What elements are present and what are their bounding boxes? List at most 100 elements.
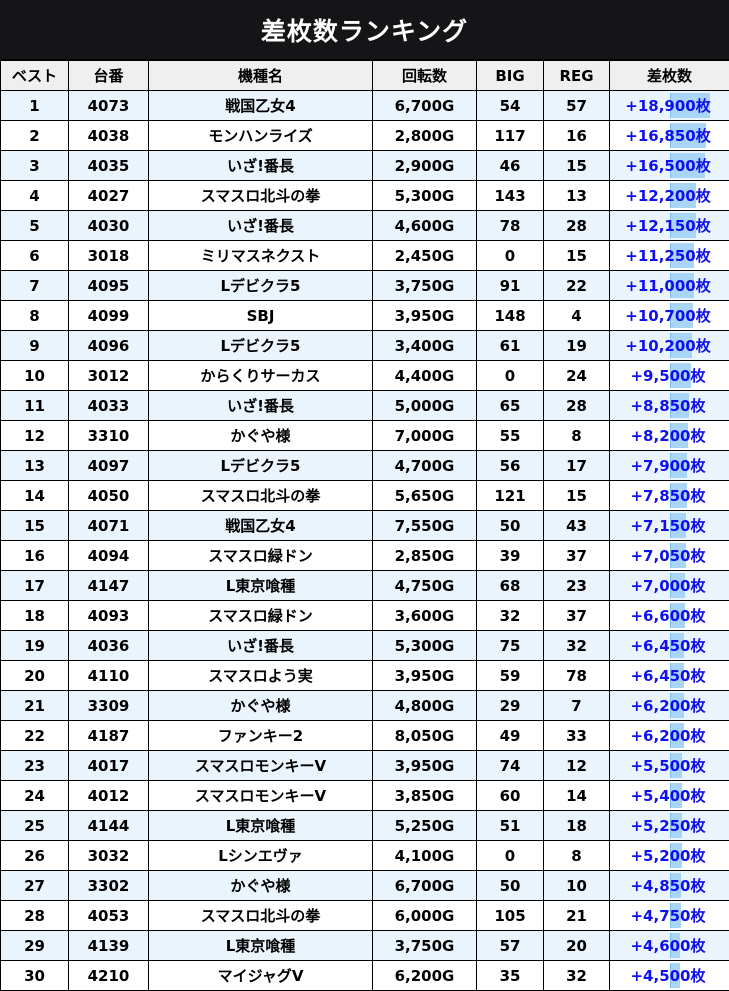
- model-cell: ミリマスネクスト: [148, 240, 373, 271]
- reg-cell: 4: [543, 300, 610, 331]
- machine-no-cell: 4033: [68, 390, 149, 421]
- machine-no-cell: 4144: [68, 810, 149, 841]
- big-cell: 148: [476, 300, 544, 331]
- reg-cell: 43: [543, 510, 610, 541]
- reg-cell: 28: [543, 390, 610, 421]
- reg-cell: 16: [543, 120, 610, 151]
- spins-cell: 8,050G: [372, 720, 477, 751]
- machine-no-cell: 4027: [68, 180, 149, 211]
- rank-cell: 19: [0, 630, 69, 661]
- ranking-table: ベスト 台番 機種名 回転数 BIG REG 差枚数 1 4073 戦国乙女4 6,7…: [0, 60, 729, 991]
- big-cell: 50: [476, 510, 544, 541]
- rank-cell: 9: [0, 330, 69, 361]
- spins-cell: 3,750G: [372, 270, 477, 301]
- big-cell: 78: [476, 210, 544, 241]
- rank-cell: 6: [0, 240, 69, 271]
- spins-cell: 6,200G: [372, 960, 477, 991]
- machine-no-cell: 4147: [68, 570, 149, 601]
- spins-cell: 5,300G: [372, 180, 477, 211]
- big-cell: 60: [476, 780, 544, 811]
- rank-cell: 20: [0, 660, 69, 691]
- diff-value: +10,200枚: [625, 337, 711, 355]
- machine-no-cell: 4036: [68, 630, 149, 661]
- model-cell: マイジャグV: [148, 960, 373, 991]
- header-diff: 差枚数: [609, 60, 729, 91]
- model-cell: スマスロよう実: [148, 660, 373, 691]
- diff-value: +6,450枚: [630, 667, 706, 685]
- big-cell: 75: [476, 630, 544, 661]
- big-cell: 35: [476, 960, 544, 991]
- reg-cell: 23: [543, 570, 610, 601]
- diff-cell: +11,000枚: [609, 270, 729, 301]
- page-title: 差枚数ランキング: [0, 0, 729, 60]
- rank-cell: 5: [0, 210, 69, 241]
- table-row: 23 4017 スマスロモンキーV 3,950G 74 12 +5,500枚: [0, 750, 729, 781]
- diff-cell: +5,250枚: [609, 810, 729, 841]
- rank-cell: 7: [0, 270, 69, 301]
- spins-cell: 6,700G: [372, 870, 477, 901]
- table-row: 5 4030 いざ!番長 4,600G 78 28 +12,150枚: [0, 210, 729, 241]
- diff-value: +7,850枚: [630, 487, 706, 505]
- diff-value: +7,150枚: [630, 517, 706, 535]
- big-cell: 0: [476, 240, 544, 271]
- model-cell: スマスロモンキーV: [148, 750, 373, 781]
- diff-value: +7,900枚: [630, 457, 706, 475]
- spins-cell: 2,800G: [372, 120, 477, 151]
- spins-cell: 4,700G: [372, 450, 477, 481]
- rank-cell: 4: [0, 180, 69, 211]
- rank-cell: 13: [0, 450, 69, 481]
- spins-cell: 2,450G: [372, 240, 477, 271]
- diff-cell: +5,500枚: [609, 750, 729, 781]
- spins-cell: 3,850G: [372, 780, 477, 811]
- diff-value: +8,850枚: [630, 397, 706, 415]
- diff-cell: +10,700枚: [609, 300, 729, 331]
- diff-value: +4,750枚: [630, 907, 706, 925]
- diff-cell: +8,850枚: [609, 390, 729, 421]
- big-cell: 117: [476, 120, 544, 151]
- reg-cell: 37: [543, 600, 610, 631]
- table-row: 2 4038 モンハンライズ 2,800G 117 16 +16,850枚: [0, 120, 729, 151]
- rank-cell: 3: [0, 150, 69, 181]
- diff-cell: +5,400枚: [609, 780, 729, 811]
- big-cell: 56: [476, 450, 544, 481]
- machine-no-cell: 4030: [68, 210, 149, 241]
- model-cell: かぐや様: [148, 690, 373, 721]
- diff-cell: +4,600枚: [609, 930, 729, 961]
- model-cell: L東京喰種: [148, 810, 373, 841]
- big-cell: 143: [476, 180, 544, 211]
- diff-cell: +5,200枚: [609, 840, 729, 871]
- diff-value: +16,500枚: [625, 157, 711, 175]
- spins-cell: 4,100G: [372, 840, 477, 871]
- table-row: 26 3032 Lシンエヴァ 4,100G 0 8 +5,200枚: [0, 840, 729, 871]
- reg-cell: 15: [543, 480, 610, 511]
- diff-value: +11,000枚: [625, 277, 711, 295]
- spins-cell: 6,700G: [372, 90, 477, 121]
- diff-cell: +4,500枚: [609, 960, 729, 991]
- table-row: 19 4036 いざ!番長 5,300G 75 32 +6,450枚: [0, 630, 729, 661]
- machine-no-cell: 4071: [68, 510, 149, 541]
- machine-no-cell: 3032: [68, 840, 149, 871]
- spins-cell: 6,000G: [372, 900, 477, 931]
- diff-cell: +4,850枚: [609, 870, 729, 901]
- model-cell: スマスロ北斗の拳: [148, 900, 373, 931]
- table-row: 30 4210 マイジャグV 6,200G 35 32 +4,500枚: [0, 960, 729, 991]
- reg-cell: 33: [543, 720, 610, 751]
- diff-cell: +16,500枚: [609, 150, 729, 181]
- table-row: 28 4053 スマスロ北斗の拳 6,000G 105 21 +4,750枚: [0, 900, 729, 931]
- model-cell: からくりサーカス: [148, 360, 373, 391]
- table-row: 11 4033 いざ!番長 5,000G 65 28 +8,850枚: [0, 390, 729, 421]
- reg-cell: 15: [543, 150, 610, 181]
- diff-cell: +6,200枚: [609, 720, 729, 751]
- table-row: 1 4073 戦国乙女4 6,700G 54 57 +18,900枚: [0, 90, 729, 121]
- diff-cell: +6,450枚: [609, 630, 729, 661]
- spins-cell: 4,800G: [372, 690, 477, 721]
- model-cell: スマスロ北斗の拳: [148, 180, 373, 211]
- big-cell: 49: [476, 720, 544, 751]
- reg-cell: 19: [543, 330, 610, 361]
- diff-cell: +6,200枚: [609, 690, 729, 721]
- table-row: 17 4147 L東京喰種 4,750G 68 23 +7,000枚: [0, 570, 729, 601]
- diff-value: +4,600枚: [630, 937, 706, 955]
- spins-cell: 7,550G: [372, 510, 477, 541]
- machine-no-cell: 4053: [68, 900, 149, 931]
- machine-no-cell: 3310: [68, 420, 149, 451]
